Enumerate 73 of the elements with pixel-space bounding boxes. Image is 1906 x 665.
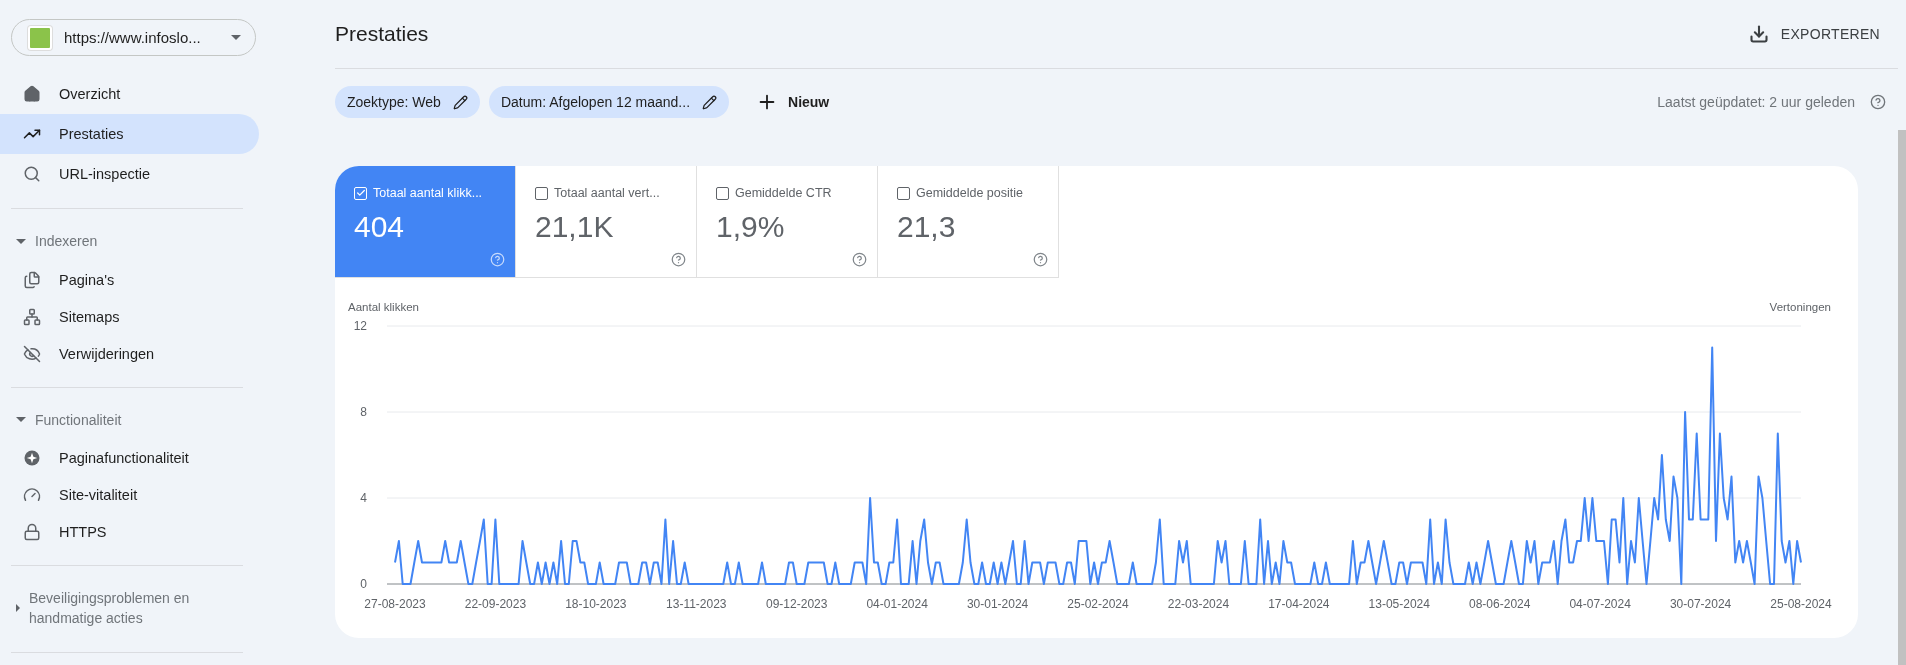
axis-label: 8 [360, 405, 367, 419]
help-icon[interactable] [1870, 94, 1886, 110]
search-icon [23, 165, 41, 184]
help-icon[interactable] [852, 252, 867, 267]
caret-icon [16, 238, 26, 244]
sparkle-icon [23, 449, 41, 468]
nav-item[interactable]: Verwijderingen [0, 335, 259, 373]
axis-label: 09-12-2023 [766, 597, 828, 611]
pencil-icon [452, 94, 468, 110]
nav-item[interactable]: HTTPS [0, 513, 259, 551]
metric-tile[interactable]: Totaal aantal vert... 21,1K [516, 166, 697, 278]
axis-label: 12 [353, 319, 367, 333]
axis-label: 04-07-2024 [1569, 597, 1631, 611]
axis-label: 4 [360, 491, 367, 505]
metric-label: Gemiddelde CTR [735, 186, 832, 200]
download-icon [1748, 24, 1769, 44]
metric-label: Gemiddelde positie [916, 186, 1023, 200]
axis-label: 04-01-2024 [866, 597, 928, 611]
nav-item[interactable]: Site-vitaliteit [0, 476, 259, 514]
nav-item[interactable]: Paginafunctionaliteit [0, 439, 259, 477]
nav-item[interactable]: Sitemaps [0, 298, 259, 336]
help-icon[interactable] [1033, 252, 1048, 267]
nav-item[interactable]: Overzicht [0, 74, 259, 115]
metric-label: Totaal aantal klikk... [373, 186, 483, 200]
axis-label: 17-04-2024 [1268, 597, 1330, 611]
axis-label: 25-02-2024 [1067, 597, 1129, 611]
nav-item[interactable]: Pagina's [0, 261, 259, 299]
lock-icon [23, 523, 41, 542]
scrollbar[interactable] [1898, 130, 1906, 665]
section-toggle[interactable]: Indexeren [0, 221, 240, 262]
pages-icon [23, 270, 41, 289]
checkbox[interactable] [897, 186, 910, 200]
metric-tile[interactable]: Gemiddelde CTR 1,9% [697, 166, 878, 278]
metric-label: Totaal aantal vert... [554, 186, 660, 200]
axis-label: 30-07-2024 [1669, 597, 1732, 611]
export-button[interactable]: EXPORTEREN [1742, 23, 1886, 45]
metric-value: 21,3 [897, 210, 957, 244]
caret-icon [16, 417, 26, 423]
axis-label: 22-03-2024 [1167, 597, 1230, 611]
axis-label: 0 [360, 577, 367, 591]
axis-label: 25-08-2024 [1770, 597, 1832, 611]
page-title: Prestaties [335, 22, 429, 46]
help-icon[interactable] [671, 252, 686, 267]
nav-item[interactable]: URL-inspectie [0, 154, 259, 195]
axis-label: 27-08-2023 [364, 597, 426, 611]
axis-title: Aantal klikken [348, 301, 419, 313]
metric-tile[interactable]: Gemiddelde positie 21,3 [878, 166, 1059, 278]
sitemap-icon [23, 307, 41, 326]
axis-label: 22-09-2023 [464, 597, 527, 611]
axis-title: Vertoningen [1769, 301, 1831, 313]
section-toggle[interactable]: Functionaliteit [0, 399, 240, 440]
nav-item[interactable]: Prestaties [0, 114, 259, 155]
home-icon [23, 85, 41, 104]
metric-value: 404 [354, 210, 406, 244]
axis-label: 18-10-2023 [565, 597, 627, 611]
new-filter-button[interactable]: Nieuw [750, 90, 836, 114]
metric-value: 1,9% [716, 210, 786, 244]
axis-label: 30-01-2024 [966, 597, 1029, 611]
axis-label: 08-06-2024 [1469, 597, 1531, 611]
eye-off-icon [23, 345, 41, 364]
filter-chip[interactable]: Datum: Afgelopen 12 maand... [488, 86, 730, 118]
site-favicon-icon [28, 25, 52, 50]
pencil-icon [702, 94, 718, 110]
dropdown-caret-icon [231, 35, 241, 41]
checkbox[interactable] [716, 186, 729, 200]
last-updated-text: Laatst geüpdatet: 2 uur geleden [1657, 94, 1855, 110]
section-toggle[interactable]: Beveiligingsproblemen en handmatige acties [0, 578, 240, 638]
checkbox[interactable] [535, 186, 548, 200]
metric-value: 21,1K [535, 210, 615, 244]
axis-label: 13-11-2023 [666, 597, 727, 611]
caret-icon [16, 604, 20, 612]
axis-label: 13-05-2024 [1368, 597, 1430, 611]
filter-chip[interactable]: Zoektype: Web [335, 86, 480, 118]
